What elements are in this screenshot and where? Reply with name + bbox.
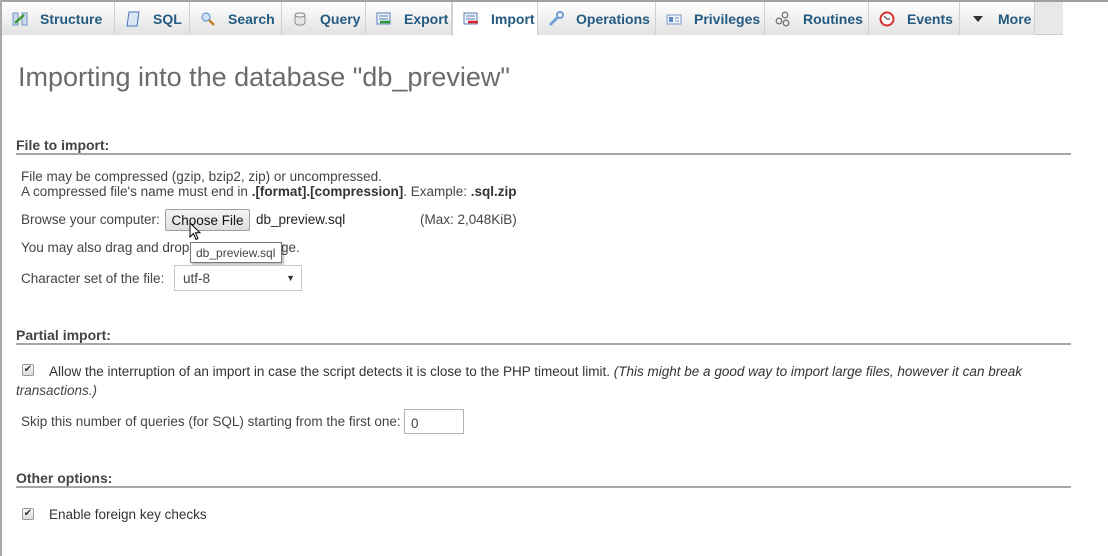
tab-label: Privileges (694, 10, 761, 27)
charset-label: Character set of the file: (21, 271, 165, 286)
tab-label: SQL (153, 10, 182, 27)
allow-interrupt-checkbox[interactable]: ✔ (22, 364, 34, 376)
tab-privileges[interactable]: Privileges (656, 2, 765, 35)
filename-note-format: .[format].[compression] (251, 184, 404, 199)
tab-routines[interactable]: Routines (765, 2, 869, 35)
drag-drop-note-start: You may also drag and drop (21, 240, 190, 255)
tab-structure[interactable]: Structure (2, 2, 115, 35)
privileges-icon (666, 11, 682, 27)
tab-label: Search (228, 10, 275, 27)
tab-label: Export (404, 10, 449, 27)
tab-label: More (998, 10, 1032, 27)
wrench-icon (548, 10, 564, 27)
events-clock-icon (879, 11, 895, 27)
tab-more[interactable]: More (960, 2, 1035, 35)
triangle-down-icon (970, 11, 986, 27)
charset-select[interactable]: utf-8 ▼ (174, 265, 302, 291)
filename-note: A compressed file's name must end in .[f… (21, 184, 517, 199)
foreign-key-checkbox[interactable]: ✔ (22, 508, 34, 520)
search-icon (200, 11, 216, 27)
tab-label: Query (320, 10, 361, 27)
other-options-legend: Other options: (16, 470, 1071, 488)
tab-label: Events (907, 10, 953, 27)
compression-note: File may be compressed (gzip, bzip2, zip… (21, 169, 382, 184)
filename-note-prefix: A compressed file's name must end in (21, 184, 252, 199)
tab-events[interactable]: Events (869, 2, 960, 35)
import-icon (463, 11, 479, 27)
mouse-cursor-icon (189, 222, 202, 241)
structure-icon (12, 11, 28, 27)
drag-drop-note-end: ge. (281, 240, 300, 255)
tab-export[interactable]: Export (366, 2, 452, 35)
window-left-border (0, 0, 2, 556)
charset-selected-value: utf-8 (183, 271, 211, 286)
filename-note-mid: . Example: (403, 184, 471, 199)
foreign-key-label: Enable foreign key checks (49, 507, 207, 522)
partial-import-legend: Partial import: (16, 327, 1071, 345)
skip-queries-input[interactable] (404, 409, 464, 434)
allow-interrupt-text: Allow the interruption of an import in c… (49, 364, 611, 379)
routines-icon (775, 11, 791, 27)
file-tooltip: db_preview.sql (190, 242, 283, 263)
tab-label: Structure (40, 10, 103, 27)
page-title: Importing into the database "db_preview" (18, 62, 510, 92)
query-icon (292, 11, 308, 27)
tab-label: Operations (576, 10, 650, 27)
database-tab-bar: Structure SQL Search Query Export Import (2, 2, 1063, 36)
tab-query[interactable]: Query (282, 2, 366, 35)
sql-icon (125, 11, 141, 27)
filename-note-example: .sql.zip (470, 184, 517, 199)
choose-file-button[interactable]: Choose File (165, 209, 250, 231)
max-size-note: (Max: 2,048KiB) (420, 212, 517, 227)
tab-label: Routines (803, 10, 863, 27)
allow-interrupt-note-end: transactions.) (16, 383, 98, 398)
allow-interrupt-note: (This might be a good way to import larg… (613, 364, 1022, 379)
tab-import[interactable]: Import (452, 2, 538, 36)
allow-interrupt-label: Allow the interruption of an import in c… (49, 364, 1022, 379)
export-icon (376, 11, 392, 27)
tab-operations[interactable]: Operations (538, 2, 656, 35)
allow-interrupt-note-continued: transactions.) (16, 383, 97, 398)
dropdown-arrow-icon: ▼ (286, 273, 295, 283)
tab-search[interactable]: Search (190, 2, 282, 35)
file-to-import-legend: File to import: (16, 137, 1071, 155)
tab-label: Import (491, 10, 535, 27)
browse-label: Browse your computer: (21, 212, 160, 227)
chosen-file-name: db_preview.sql (256, 212, 346, 227)
skip-queries-label: Skip this number of queries (for SQL) st… (21, 414, 401, 429)
tab-sql[interactable]: SQL (115, 2, 190, 35)
